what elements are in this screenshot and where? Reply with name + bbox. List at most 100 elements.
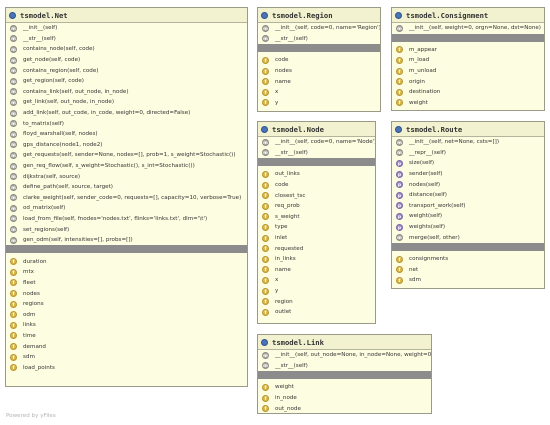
method-label: load_from_file(self, fnodes='nodes.txt',… — [23, 215, 208, 222]
field-row[interactable]: f closest_tsc — [258, 190, 375, 201]
method-row[interactable]: m __str__(self) — [6, 34, 247, 45]
field-row[interactable]: f regions — [6, 299, 247, 310]
field-row[interactable]: f req_prob — [258, 201, 375, 212]
method-row[interactable]: m get_node(self, code) — [6, 55, 247, 66]
class-box-route[interactable]: tsmodel.Route m __init__(self, net=None, … — [391, 121, 545, 289]
field-row[interactable]: f fleet — [6, 278, 247, 289]
class-box-link[interactable]: tsmodel.Link m __init__(self, out_node=No… — [257, 334, 432, 414]
property-row[interactable]: p transport_work(self) — [392, 201, 544, 212]
field-row[interactable]: f odm — [6, 309, 247, 320]
method-row[interactable]: m define_path(self, source, target) — [6, 182, 247, 193]
field-row[interactable]: f m_load — [392, 55, 544, 66]
method-row[interactable]: m contains_link(self, out_node, in_node) — [6, 87, 247, 98]
field-row[interactable]: f destination — [392, 87, 544, 98]
method-row[interactable]: m contains_region(self, code) — [6, 65, 247, 76]
method-row[interactable]: m __init__(self, net=None, csts=[]) — [392, 137, 544, 148]
class-box-node[interactable]: tsmodel.Node m __init__(self, code=0, nam… — [257, 121, 376, 324]
field-row[interactable]: f duration — [6, 256, 247, 267]
method-row[interactable]: m __init__(self) — [6, 23, 247, 34]
field-row[interactable]: f in_links — [258, 254, 375, 265]
class-box-net[interactable]: tsmodel.Net m __init__(self) m __str__(self… — [5, 7, 248, 387]
field-row[interactable]: f demand — [6, 341, 247, 352]
field-row[interactable]: f name — [258, 76, 380, 87]
method-row[interactable]: m __str__(self) — [258, 361, 431, 372]
class-box-consignment[interactable]: tsmodel.Consignment m __init__(self, weig… — [391, 7, 545, 111]
field-row[interactable]: f code — [258, 55, 380, 66]
method-row[interactable]: m contains_node(self, code) — [6, 44, 247, 55]
method-row[interactable]: m __init__(self, weight=0, orgn=None, dst… — [392, 23, 544, 34]
field-label: y — [275, 99, 279, 106]
field-row[interactable]: f out_links — [258, 169, 375, 180]
method-row[interactable]: m load_from_file(self, fnodes='nodes.txt'… — [6, 214, 247, 225]
property-row[interactable]: p weight(self) — [392, 211, 544, 222]
field-row[interactable]: f region — [258, 296, 375, 307]
property-row[interactable]: p size(self) — [392, 158, 544, 169]
field-row[interactable]: f m_unload — [392, 66, 544, 77]
field-row[interactable]: f sdm — [6, 352, 247, 363]
field-row[interactable]: fy — [258, 286, 375, 297]
field-icon: f — [10, 290, 17, 298]
method-row[interactable]: m gps_distance(node1, node2) — [6, 140, 247, 151]
field-icon: f — [262, 170, 269, 178]
field-icon: f — [396, 255, 403, 263]
field-icon: f — [262, 56, 269, 64]
field-row[interactable]: f time — [6, 331, 247, 342]
method-row[interactable]: m gen_req_flow(self, s_weight=Stochastic(… — [6, 161, 247, 172]
method-row[interactable]: m __str__(self) — [258, 148, 375, 159]
field-row[interactable]: f type — [258, 222, 375, 233]
property-row[interactable]: p weights(self) — [392, 222, 544, 233]
field-row[interactable]: f m_appear — [392, 45, 544, 56]
method-label: floyd_warshall(self, nodes) — [23, 131, 98, 138]
field-row[interactable]: f requested — [258, 243, 375, 254]
property-row[interactable]: p distance(self) — [392, 190, 544, 201]
field-row[interactable]: f in_node — [258, 393, 431, 404]
property-row[interactable]: p nodes(self) — [392, 179, 544, 190]
method-row[interactable]: m add_link(self, out_code, in_code, weigh… — [6, 108, 247, 119]
field-row[interactable]: f code — [258, 180, 375, 191]
field-icon: f — [262, 405, 269, 413]
method-row[interactable]: m __init__(self, out_node=None, in_node=N… — [258, 350, 431, 361]
field-row[interactable]: f origin — [392, 76, 544, 87]
field-row[interactable]: f out_node — [258, 403, 431, 414]
method-row[interactable]: m __repr__(self) — [392, 148, 544, 159]
method-row[interactable]: m get_region(self, code) — [6, 76, 247, 87]
method-row[interactable]: m gen_odm(self, intensities=[], probs=[]) — [6, 235, 247, 246]
class-box-region[interactable]: tsmodel.Region m __init__(self, code=0, n… — [257, 7, 381, 112]
field-row[interactable]: f outlet — [258, 307, 375, 318]
field-row[interactable]: f inlet — [258, 233, 375, 244]
field-row[interactable]: f consignments — [392, 254, 544, 265]
methods-list: m __init__(self, out_node=None, in_node=N… — [258, 350, 431, 371]
field-row[interactable]: f nodes — [258, 66, 380, 77]
method-row[interactable]: m od_matrix(self) — [6, 203, 247, 214]
field-row[interactable]: f net — [392, 265, 544, 276]
field-row[interactable]: f weight — [392, 98, 544, 109]
field-row[interactable]: f weight — [258, 382, 431, 393]
field-row[interactable]: f sdm — [392, 275, 544, 286]
field-row[interactable]: f s_weight — [258, 212, 375, 223]
field-row[interactable]: f nodes — [6, 288, 247, 299]
method-row[interactable]: m get_link(self, out_node, in_node) — [6, 97, 247, 108]
field-row[interactable]: f links — [6, 320, 247, 331]
method-row[interactable]: m floyd_warshall(self, nodes) — [6, 129, 247, 140]
method-row[interactable]: m __init__(self, code=0, name='Region') — [258, 23, 380, 34]
method-row[interactable]: m __init__(self, code=0, name='Node') — [258, 137, 375, 148]
property-icon: p — [396, 223, 403, 231]
field-row[interactable]: fx — [258, 87, 380, 98]
method-row[interactable]: m __str__(self) — [258, 34, 380, 45]
field-row[interactable]: fx — [258, 275, 375, 286]
method-row[interactable]: m to_matrix(self) — [6, 118, 247, 129]
method-icon: m — [10, 77, 17, 85]
property-row[interactable]: p sender(self) — [392, 169, 544, 180]
method-row[interactable]: m set_regions(self) — [6, 224, 247, 235]
method-row[interactable]: m clarke_weight(self, sender_code=0, requ… — [6, 193, 247, 204]
method-row[interactable]: m merge(self, other) — [392, 232, 544, 243]
field-row[interactable]: fy — [258, 98, 380, 109]
field-label: out_node — [275, 405, 301, 412]
field-row[interactable]: f name — [258, 265, 375, 276]
method-row[interactable]: m get_requests(self, sender=None, nodes=[… — [6, 150, 247, 161]
field-label: odm — [23, 311, 36, 318]
method-row[interactable]: m dijkstra(self, source) — [6, 171, 247, 182]
field-label: weight — [409, 99, 428, 106]
field-row[interactable]: f mtx — [6, 267, 247, 278]
field-row[interactable]: f load_points — [6, 362, 247, 373]
